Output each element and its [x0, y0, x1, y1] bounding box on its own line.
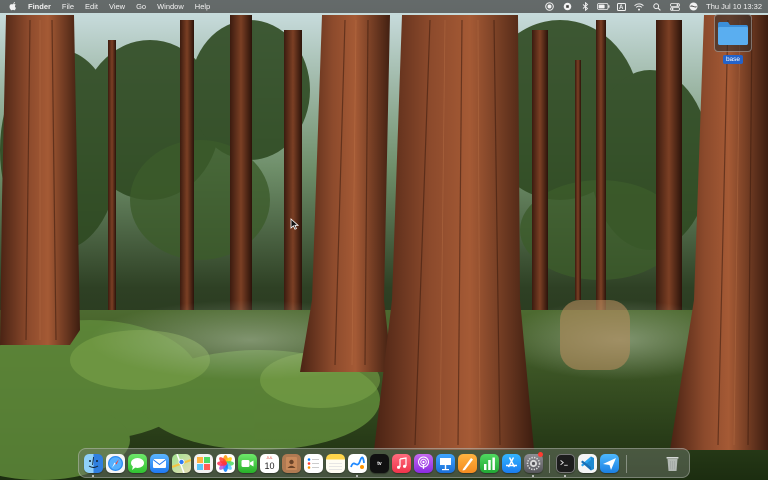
- dock-reminders-icon[interactable]: [304, 454, 323, 473]
- menu-help[interactable]: Help: [195, 0, 210, 13]
- control-center-icon[interactable]: [668, 0, 682, 13]
- dock-maps-icon[interactable]: [172, 454, 191, 473]
- dock-tv-icon[interactable]: tv: [370, 454, 389, 473]
- folder-name-label[interactable]: base: [722, 55, 744, 64]
- dock-divider-trash: [626, 455, 627, 473]
- menu-bar: Finder File Edit View Go Window Help A T…: [0, 0, 768, 13]
- menu-edit[interactable]: Edit: [85, 0, 98, 13]
- terminal-running-indicator: [564, 475, 566, 477]
- desktop-folder-base[interactable]: base: [712, 14, 754, 64]
- search-icon[interactable]: [650, 0, 664, 13]
- dock-vs-code-icon[interactable]: [578, 454, 597, 473]
- dock-photos-icon[interactable]: [216, 454, 235, 473]
- menu-bar-clock[interactable]: Thu Jul 10 13:32: [706, 0, 762, 13]
- desktop-wallpaper: [0, 0, 768, 480]
- dock-preview-icon[interactable]: [194, 454, 213, 473]
- dock-facetime-icon[interactable]: [238, 454, 257, 473]
- dock-divider: [549, 455, 550, 473]
- record-icon[interactable]: [542, 0, 556, 13]
- tv-label: tv: [377, 460, 382, 467]
- input-source-label: A: [616, 2, 626, 11]
- dock-music-icon[interactable]: [392, 454, 411, 473]
- settings-badge: [538, 452, 543, 457]
- dock-numbers-icon[interactable]: [480, 454, 499, 473]
- freeform-running-indicator: [356, 475, 358, 477]
- battery-icon[interactable]: [596, 0, 610, 13]
- dock-calendar-icon[interactable]: JUL 10: [260, 454, 279, 473]
- dock-keynote-icon[interactable]: [436, 454, 455, 473]
- menu-file[interactable]: File: [62, 0, 74, 13]
- menu-app-finder[interactable]: Finder: [28, 0, 51, 13]
- dock-testflight-icon[interactable]: [600, 454, 619, 473]
- dock-podcasts-icon[interactable]: [414, 454, 433, 473]
- dock-finder-icon[interactable]: [84, 454, 103, 473]
- dock-terminal-icon[interactable]: [556, 454, 575, 473]
- menu-window[interactable]: Window: [157, 0, 184, 13]
- siri-icon[interactable]: [686, 0, 700, 13]
- menu-view[interactable]: View: [109, 0, 125, 13]
- dock-pages-icon[interactable]: [458, 454, 477, 473]
- finder-running-indicator: [92, 475, 94, 477]
- bluetooth-icon[interactable]: [578, 0, 592, 13]
- dock-messages-icon[interactable]: [128, 454, 147, 473]
- calendar-day-label: 10: [264, 461, 275, 471]
- menu-go[interactable]: Go: [136, 0, 146, 13]
- dock-contacts-icon[interactable]: [282, 454, 301, 473]
- dock-trash-icon[interactable]: [663, 454, 682, 473]
- dock-mail-icon[interactable]: [150, 454, 169, 473]
- screen-capture-icon[interactable]: [560, 0, 574, 13]
- apple-menu-icon[interactable]: [8, 0, 18, 13]
- dock-safari-icon[interactable]: [106, 454, 125, 473]
- input-source-icon[interactable]: A: [614, 0, 628, 13]
- folder-icon: [714, 14, 752, 52]
- wifi-icon[interactable]: [632, 0, 646, 13]
- settings-running-indicator: [532, 475, 534, 477]
- dock-notes-icon[interactable]: [326, 454, 345, 473]
- mouse-cursor-icon: [290, 218, 299, 230]
- dock-app-store-icon[interactable]: [502, 454, 521, 473]
- dock-freeform-icon[interactable]: [348, 454, 367, 473]
- dock: JUL 10 tv: [78, 448, 690, 478]
